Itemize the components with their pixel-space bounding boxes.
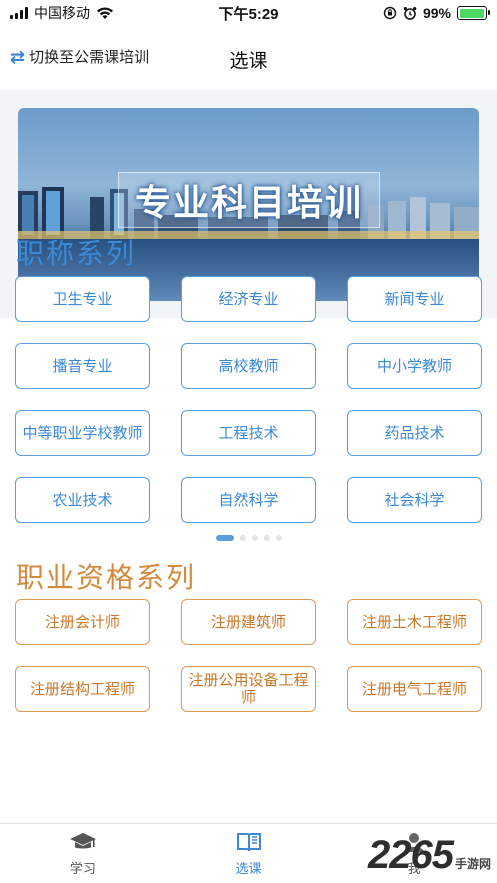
- title-series-grid: 卫生专业 经济专业 新闻专业播音专业 高校教师 中小学教师中等职业学校教师 工程技术 药品技…: [15, 276, 482, 523]
- switch-course-button[interactable]: ⇄ 切换至公需课培训: [10, 46, 149, 67]
- tab-select-course[interactable]: 选课: [166, 824, 332, 883]
- carousel-dot[interactable]: [275, 535, 282, 541]
- alarm-icon: [403, 7, 417, 20]
- title-series-item-button[interactable]: 工程技术: [181, 410, 316, 456]
- tab-select-course-label: 选课: [235, 861, 262, 876]
- status-bar: 中国移动 下午5:29 99%: [0, 0, 497, 26]
- tab-study[interactable]: 学习: [0, 824, 166, 883]
- title-series-item-button[interactable]: 中小学教师: [347, 343, 482, 389]
- qualification-item-button[interactable]: 注册会计师: [15, 599, 150, 645]
- qualification-item-button[interactable]: 注册电气工程师: [347, 666, 482, 712]
- title-series-item-button[interactable]: 农业技术: [15, 477, 150, 523]
- title-series-item-button[interactable]: 经济专业: [181, 276, 316, 322]
- switch-course-label: 切换至公需课培训: [29, 49, 150, 66]
- rotation-lock-icon: [383, 6, 397, 20]
- banner[interactable]: 专业科目培训: [18, 108, 479, 301]
- tab-study-label: 学习: [69, 861, 96, 876]
- title-series-item-button[interactable]: 药品技术: [347, 410, 482, 456]
- banner-title-box: 专业科目培训: [118, 172, 380, 228]
- qualification-series-heading: 职业资格系列: [16, 562, 197, 593]
- title-series-item-button[interactable]: 高校教师: [181, 343, 316, 389]
- book-icon: [236, 830, 262, 854]
- watermark-logo: 2265 手游网: [368, 835, 491, 875]
- qualification-item-button[interactable]: 注册公用设备工程师: [181, 666, 316, 712]
- qualification-series-grid: 注册会计师 注册建筑师 注册土木工程师注册结构工程师 注册公用设备工程师 注册电气工程师: [15, 599, 482, 712]
- carousel-dot[interactable]: [263, 535, 270, 541]
- carousel-dot[interactable]: [239, 535, 246, 541]
- wifi-icon: [97, 7, 113, 19]
- nav-bar: ⇄ 切换至公需课培训 选课: [0, 30, 497, 88]
- carousel-dot[interactable]: [251, 535, 258, 541]
- banner-title: 专业科目培训: [134, 182, 363, 223]
- battery-level: [459, 8, 485, 18]
- title-series-item-button[interactable]: 中等职业学校教师: [15, 410, 150, 456]
- status-right: 99%: [383, 5, 490, 21]
- title-series-item-button[interactable]: 播音专业: [15, 343, 150, 389]
- battery-icon: [457, 6, 490, 20]
- title-series-heading: 职称系列: [16, 238, 137, 269]
- carousel-dot[interactable]: [215, 535, 234, 541]
- swap-arrows-icon: ⇄: [10, 46, 26, 67]
- title-series-item-button[interactable]: 卫生专业: [15, 276, 150, 322]
- watermark-number: 2265: [368, 833, 454, 877]
- qualification-item-button[interactable]: 注册土木工程师: [347, 599, 482, 645]
- title-series-item-button[interactable]: 自然科学: [181, 477, 316, 523]
- qualification-item-button[interactable]: 注册建筑师: [181, 599, 316, 645]
- carrier-name: 中国移动: [34, 5, 90, 21]
- title-series-item-button[interactable]: 新闻专业: [347, 276, 482, 322]
- watermark-text: 手游网: [454, 857, 491, 871]
- tab-bar: 学习 选课 我 2265 手游网: [0, 823, 497, 883]
- graduation-cap-icon: [69, 830, 97, 854]
- title-series-item-button[interactable]: 社会科学: [347, 477, 482, 523]
- qualification-item-button[interactable]: 注册结构工程师: [15, 666, 150, 712]
- status-left: 中国移动: [10, 3, 114, 23]
- carousel-indicator: [0, 535, 497, 541]
- battery-percent: 99%: [422, 5, 451, 21]
- signal-icon: [10, 7, 28, 19]
